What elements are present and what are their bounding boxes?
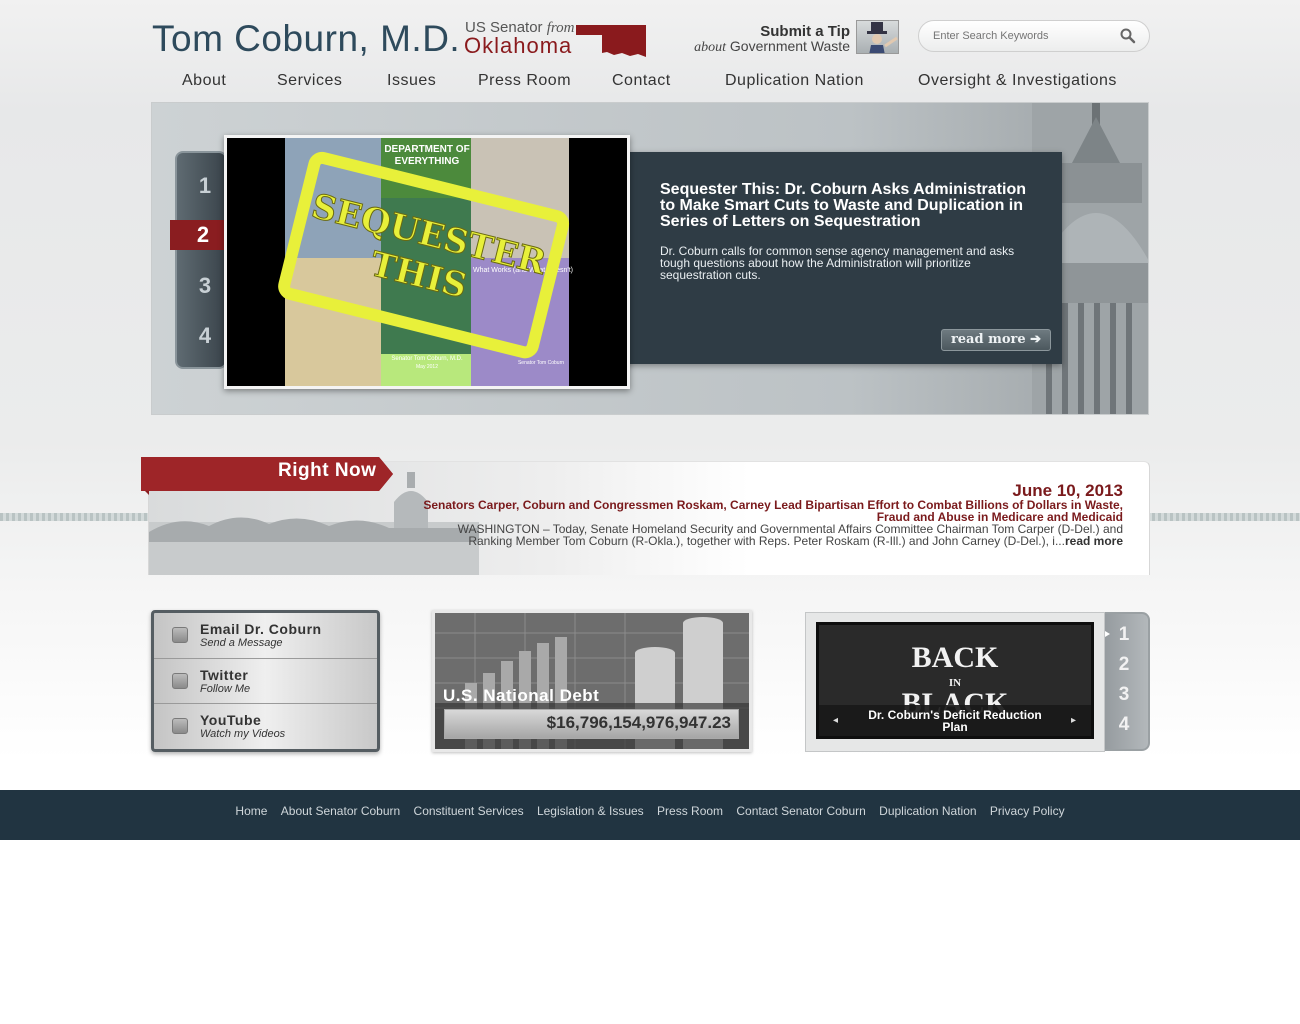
slide-image[interactable]: DEPARTMENT OF EVERYTHING What Works (and… [224, 135, 630, 389]
footer-link-contact[interactable]: Contact Senator Coburn [736, 804, 865, 818]
slide-read-more-button[interactable]: read more ➔ [941, 329, 1051, 351]
footer-link-home[interactable]: Home [235, 804, 267, 818]
dept-line-1: DEPARTMENT OF [384, 144, 469, 155]
feature-tab-3[interactable]: 3 [1104, 684, 1144, 706]
collage-corner-label: Senator Tom Coburn [518, 360, 564, 366]
search-box [918, 20, 1150, 52]
right-now-label: Right Now [278, 460, 377, 481]
email-subtitle: Send a Message [200, 637, 283, 649]
feature-caption[interactable]: Dr. Coburn's Deficit Reduction Plan [859, 709, 1051, 733]
nav-duplication-nation[interactable]: Duplication Nation [725, 72, 864, 90]
youtube-icon [172, 718, 188, 734]
twitter-link[interactable]: Twitter Follow Me [154, 658, 377, 703]
social-links-panel: Email Dr. Coburn Send a Message Twitter … [151, 610, 380, 752]
feature-caption-bar: ◂ Dr. Coburn's Deficit Reduction Plan ▸ [819, 705, 1091, 736]
footer-link-about[interactable]: About Senator Coburn [281, 804, 400, 818]
feature-tab-4[interactable]: 4 [1104, 714, 1144, 736]
news-read-more-link[interactable]: read more [1065, 534, 1123, 548]
email-title: Email Dr. Coburn [200, 621, 322, 637]
nav-about[interactable]: About [182, 72, 226, 90]
footer: Home About Senator Coburn Constituent Se… [0, 790, 1300, 840]
slider-tab-4[interactable]: 4 [185, 323, 225, 349]
search-input[interactable] [931, 26, 1115, 46]
youtube-title: YouTube [200, 712, 262, 728]
uncle-sam-icon[interactable] [856, 20, 899, 54]
news-excerpt: WASHINGTON – Today, Senate Homeland Secu… [420, 523, 1123, 547]
footer-link-press-room[interactable]: Press Room [657, 804, 723, 818]
slide-description: Dr. Coburn calls for common sense agency… [660, 244, 1015, 282]
site-logo-name[interactable]: Tom Coburn, M.D. [152, 18, 460, 60]
feature-tab-2[interactable]: 2 [1104, 654, 1144, 676]
slider-tab-1[interactable]: 1 [185, 173, 225, 199]
feature-tab-1[interactable]: 1 [1104, 624, 1144, 646]
submit-tip-subtitle[interactable]: about Government Waste [660, 38, 850, 56]
slider-number-tabs: 1 3 4 [175, 151, 227, 369]
nav-press-room[interactable]: Press Room [478, 72, 571, 90]
state-name: Oklahoma [464, 33, 573, 58]
tip-subject: Government Waste [729, 38, 850, 54]
footer-link-privacy-policy[interactable]: Privacy Policy [990, 804, 1065, 818]
collage-author: Senator Tom Coburn, M.D. [391, 356, 463, 362]
nav-oversight-investigations[interactable]: Oversight & Investigations [918, 72, 1117, 90]
oklahoma-map-icon [576, 25, 646, 57]
nav-services[interactable]: Services [277, 72, 342, 90]
feature-image-line-1: BACK [911, 641, 999, 674]
twitter-subtitle: Follow Me [200, 683, 251, 695]
footer-link-duplication-nation[interactable]: Duplication Nation [879, 804, 976, 818]
news-headline[interactable]: Senators Carper, Coburn and Congressmen … [400, 499, 1123, 523]
footer-links: Home About Senator Coburn Constituent Se… [0, 804, 1300, 818]
nav-issues[interactable]: Issues [387, 72, 436, 90]
debt-label: U.S. National Debt [443, 686, 600, 705]
sequester-collage-image: DEPARTMENT OF EVERYTHING What Works (and… [227, 138, 627, 386]
news-body: WASHINGTON – Today, Senate Homeland Secu… [457, 522, 1123, 548]
youtube-link[interactable]: YouTube Watch my Videos [154, 703, 377, 748]
envelope-icon [172, 627, 188, 643]
main-nav: About Services Issues Press Room Contact… [152, 68, 1150, 96]
slider-tab-3[interactable]: 3 [185, 273, 225, 299]
footer-link-legislation-issues[interactable]: Legislation & Issues [537, 804, 644, 818]
dept-line-2: EVERYTHING [395, 156, 460, 167]
feature-slide[interactable]: BACK IN BLACK ◂ Dr. Coburn's Deficit Red… [816, 622, 1094, 739]
email-link[interactable]: Email Dr. Coburn Send a Message [154, 613, 377, 657]
search-icon[interactable] [1119, 27, 1137, 45]
footer-link-constituent-services[interactable]: Constituent Services [414, 804, 524, 818]
youtube-subtitle: Watch my Videos [200, 728, 286, 740]
slide-title[interactable]: Sequester This: Dr. Coburn Asks Administ… [660, 182, 1040, 230]
collage-date: May 2012 [416, 364, 438, 370]
nav-contact[interactable]: Contact [612, 72, 671, 90]
feature-prev-arrow-icon[interactable]: ◂ [833, 715, 838, 726]
tip-about: about [694, 40, 727, 55]
twitter-title: Twitter [200, 667, 249, 683]
debt-value: $16,796,154,976,947.23 [546, 713, 731, 732]
twitter-icon [172, 673, 188, 689]
feature-next-arrow-icon[interactable]: ▸ [1071, 715, 1076, 726]
